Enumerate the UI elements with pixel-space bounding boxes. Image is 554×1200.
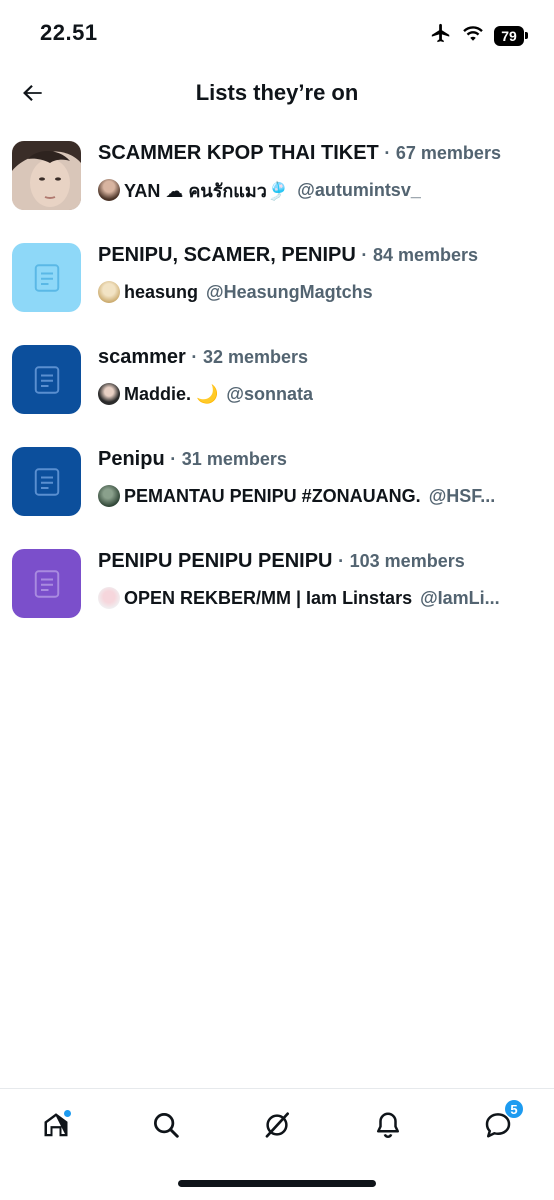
separator-dot: ·: [361, 245, 368, 265]
bell-icon: [373, 1110, 403, 1145]
grok-icon: [262, 1110, 292, 1145]
owner-handle: @autumintsv_: [297, 179, 421, 200]
owner-handle: @IamLi...: [420, 587, 500, 608]
owner-name: heasung: [124, 281, 199, 302]
owner-name: YAN ☁ คนรักแมว🎐: [124, 180, 290, 201]
separator-dot: ·: [338, 551, 345, 571]
list-icon: [12, 549, 81, 618]
list-document-icon: [34, 365, 59, 394]
owner-avatar: [98, 281, 120, 303]
owner-avatar: [98, 485, 120, 507]
list-name: Penipu: [98, 448, 165, 470]
nav-grok[interactable]: [255, 1105, 299, 1149]
member-count: 31 members: [181, 449, 287, 469]
member-count: 84 members: [372, 245, 479, 265]
list-title-line: SCAMMER KPOP THAI TIKET · 67 members: [98, 142, 538, 165]
list-photo: [12, 141, 81, 210]
list-title-line: scammer · 32 members: [98, 346, 538, 369]
list-document-icon: [34, 569, 59, 598]
member-count: 32 members: [202, 347, 309, 367]
owner-line: YAN ☁ คนรักแมว🎐 @autumintsv_: [98, 178, 538, 202]
owner-handle: @HeasungMagtchs: [206, 281, 373, 302]
owner-handle: @HSF...: [428, 485, 496, 506]
owner-handle: @sonnata: [226, 383, 313, 404]
list-title-line: Penipu · 31 members: [98, 448, 538, 471]
list-name: PENIPU PENIPU PENIPU: [98, 550, 333, 572]
list-icon: [12, 447, 81, 516]
battery-icon: 79: [494, 25, 528, 46]
wifi-icon: [462, 24, 484, 47]
list-icon: [12, 243, 81, 312]
list-item[interactable]: PENIPU PENIPU PENIPU · 103 members OPEN …: [0, 540, 554, 642]
owner-name: Maddie. 🌙: [124, 383, 219, 404]
list-item[interactable]: PENIPU, SCAMER, PENIPU · 84 members heas…: [0, 234, 554, 336]
list-item[interactable]: Penipu · 31 members PEMANTAU PENIPU #ZON…: [0, 438, 554, 540]
page-title: Lists they’re on: [195, 80, 359, 105]
separator-dot: ·: [191, 347, 198, 367]
header: Lists they’re on: [0, 66, 554, 122]
list-title-line: PENIPU, SCAMER, PENIPU · 84 members: [98, 244, 538, 267]
list-document-icon: [34, 467, 59, 496]
nav-notifications[interactable]: [366, 1105, 410, 1149]
owner-avatar: [98, 383, 120, 405]
messages-badge: 5: [504, 1099, 524, 1119]
owner-avatar: [98, 179, 120, 201]
owner-name: PEMANTAU PENIPU #ZONAUANG.: [124, 485, 421, 506]
list-item[interactable]: SCAMMER KPOP THAI TIKET · 67 members YAN…: [0, 132, 554, 234]
member-count: 67 members: [395, 143, 501, 163]
owner-avatar: [98, 587, 120, 609]
member-count: 103 members: [349, 551, 465, 571]
list-document-icon: [34, 263, 59, 292]
owner-line: OPEN REKBER/MM | Iam Linstars @IamLi...: [98, 586, 538, 610]
owner-line: heasung @HeasungMagtchs: [98, 280, 538, 304]
list-name: SCAMMER KPOP THAI TIKET: [98, 142, 379, 164]
list-name: PENIPU, SCAMER, PENIPU: [98, 244, 356, 266]
nav-home[interactable]: [34, 1105, 78, 1149]
notification-dot: [63, 1109, 72, 1118]
owner-line: PEMANTAU PENIPU #ZONAUANG. @HSF...: [98, 484, 538, 508]
separator-dot: ·: [384, 143, 391, 163]
battery-tip: [525, 32, 528, 39]
status-time: 22.51: [40, 20, 98, 45]
list-icon: [12, 345, 81, 414]
search-icon: [151, 1110, 181, 1145]
list-item[interactable]: scammer · 32 members Maddie. 🌙 @sonnata: [0, 336, 554, 438]
separator-dot: ·: [170, 449, 177, 469]
lists-container: SCAMMER KPOP THAI TIKET · 67 members YAN…: [0, 132, 554, 642]
status-bar: 22.51 79: [0, 0, 554, 66]
nav-messages[interactable]: 5: [476, 1099, 524, 1149]
battery-level: 79: [494, 25, 524, 46]
owner-name: OPEN REKBER/MM | Iam Linstars: [124, 587, 413, 608]
list-title-line: PENIPU PENIPU PENIPU · 103 members: [98, 550, 538, 573]
list-name: scammer: [98, 346, 186, 368]
home-indicator: [178, 1180, 376, 1187]
status-icons: 79: [430, 22, 528, 49]
owner-line: Maddie. 🌙 @sonnata: [98, 382, 538, 406]
nav-search[interactable]: [144, 1105, 188, 1149]
airplane-icon: [430, 22, 452, 49]
